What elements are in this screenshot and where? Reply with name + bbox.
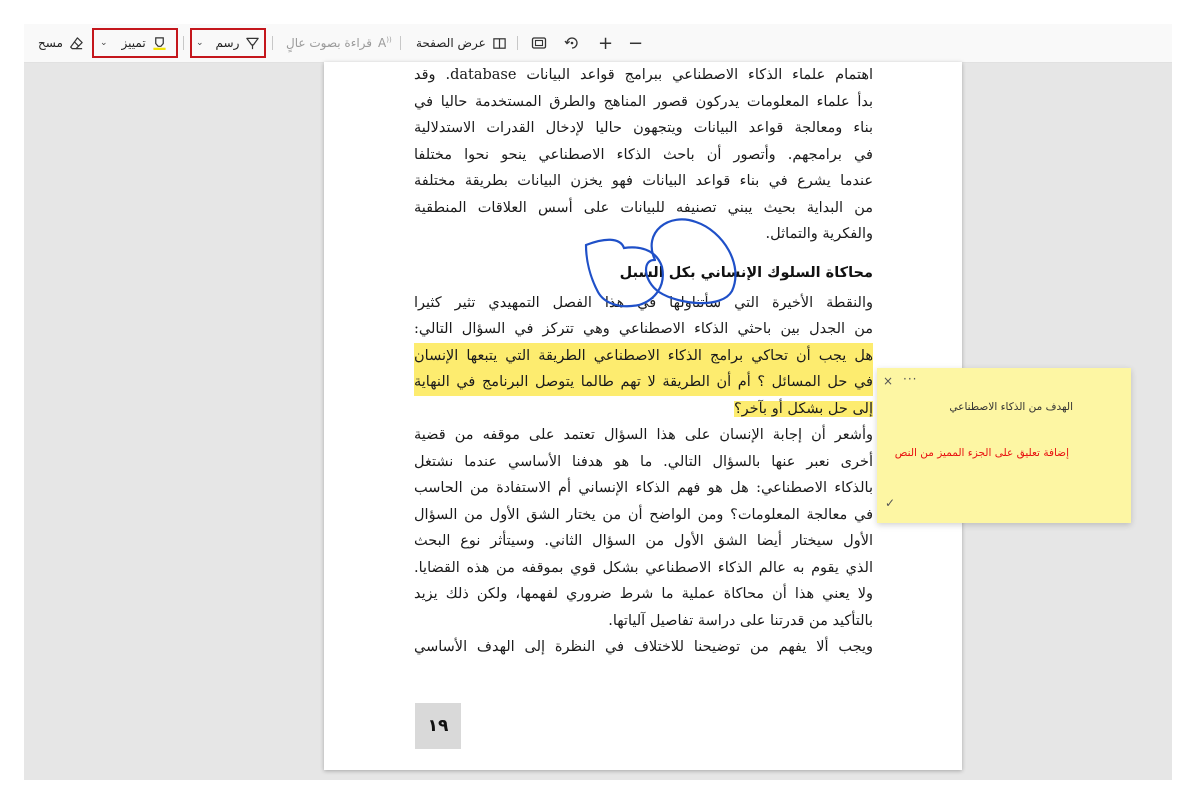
check-icon[interactable]: ✓	[885, 496, 895, 510]
page-number: ١٩	[415, 703, 461, 749]
toolbar-separator	[272, 36, 273, 50]
text-line: أخرى نعبر عنها بالسؤال التالي. ما هو هدف…	[414, 453, 873, 470]
text-line: عندما يشرع في بناء قواعد البيانات فهو يخ…	[414, 173, 873, 189]
more-options-icon[interactable]: ···	[903, 372, 917, 386]
read-aloud-icon: A))	[378, 36, 392, 50]
pdf-page: اهتمام علماء الذكاء الاصطناعي ببرامج قوا…	[324, 62, 962, 770]
erase-label: مسح	[38, 36, 63, 50]
page-view-button[interactable]: عرض الصفحة	[416, 24, 507, 62]
highlight-button-outline	[92, 28, 178, 58]
toolbar-separator	[183, 36, 184, 50]
close-icon[interactable]: ×	[883, 374, 893, 388]
toolbar: مسح ⌄ تمييز ⌄ رسم قراءة بصوت عالٍ A)) عر…	[24, 24, 1172, 63]
highlighted-text-line[interactable]: هل يجب أن تحاكي برامج الذكاء الاصطناعي ا…	[414, 342, 873, 369]
zoom-in-button[interactable]: +	[598, 24, 613, 62]
text-line: الذي يقوم به عالم الذكاء الاصطناعي بشكل …	[414, 559, 873, 576]
text-line: اهتمام علماء الذكاء الاصطناعي ببرامج قوا…	[414, 67, 873, 83]
text-line: من البداية بحيث يبني تصنيفه للبيانات على…	[414, 199, 873, 216]
highlighted-text-line-last[interactable]: إلى حل بشكل أو بآخر؟	[414, 396, 873, 423]
page-text: اهتمام علماء الذكاء الاصطناعي ببرامج قوا…	[414, 62, 873, 661]
text-line: ويجب ألا يفهم من توضيحنا للاختلاف في الن…	[414, 639, 873, 655]
toolbar-separator	[517, 36, 518, 50]
text-line: بالتأكيد من قدرتنا على دراسة تفاصيل آليا…	[608, 612, 873, 629]
text-line: في معالجة المعلومات؟ ومن الواضح أن من يخ…	[414, 506, 873, 523]
eraser-icon	[69, 36, 83, 49]
text-line: وأشعر أن إجابة الإنسان على هذا السؤال تع…	[414, 427, 873, 443]
fit-page-icon	[531, 37, 547, 49]
rotate-button[interactable]	[564, 24, 580, 62]
read-aloud-label: قراءة بصوت عالٍ	[286, 36, 373, 50]
text-line: الأول سيختار أيضا الشق الأول من السؤال ا…	[414, 533, 873, 549]
note-text[interactable]: إضافة تعليق على الجزء المميز من النص	[895, 447, 1069, 459]
fit-page-button[interactable]	[531, 24, 547, 62]
text-line: ولا يعني هذا أن محاكاة عملية ما شرط ضرور…	[414, 586, 873, 602]
plus-icon: +	[598, 32, 614, 54]
text-line: والنقطة الأخيرة التي سأتناولها في هذا ال…	[414, 294, 873, 311]
pdf-viewer-window: مسح ⌄ تمييز ⌄ رسم قراءة بصوت عالٍ A)) عر…	[24, 24, 1172, 780]
rotate-icon	[564, 37, 578, 49]
text-line: بالذكاء الاصطناعي: هل هو فهم الذكاء الإن…	[414, 480, 873, 496]
read-aloud-button[interactable]: قراءة بصوت عالٍ A))	[286, 24, 392, 62]
minus-icon: −	[628, 32, 644, 54]
text-line: من الجدل بين باحثي الذكاء الاصطناعي وهي …	[414, 321, 873, 337]
section-heading: محاكاة السلوك الإنساني بكل السبل	[619, 264, 873, 281]
text-line: بدأ علماء المعلومات يدركون قصور المناهج …	[414, 93, 873, 110]
page-view-icon	[493, 37, 506, 49]
zoom-out-button[interactable]: −	[628, 24, 643, 62]
comment-note[interactable]: × ··· الهدف من الذكاء الاصطناعي إضافة تع…	[877, 368, 1131, 523]
note-title: الهدف من الذكاء الاصطناعي	[949, 401, 1073, 413]
toolbar-separator	[400, 36, 401, 50]
text-line: والفكرية والتماثل.	[765, 226, 873, 242]
text-line: في برامجهم. وأتصور أن باحث الذكاء الاصطن…	[414, 146, 873, 163]
erase-button[interactable]: مسح	[38, 24, 84, 62]
page-view-label: عرض الصفحة	[416, 36, 486, 50]
text-line: بناء ومعالجة قواعد البيانات ويتجهون حالي…	[414, 120, 873, 136]
highlighted-text-line[interactable]: في حل المسائل ؟ أم أن الطريقة لا تهم طال…	[414, 369, 873, 396]
draw-button-outline	[190, 28, 266, 58]
highlighted-text[interactable]: إلى حل بشكل أو بآخر؟	[733, 400, 873, 417]
